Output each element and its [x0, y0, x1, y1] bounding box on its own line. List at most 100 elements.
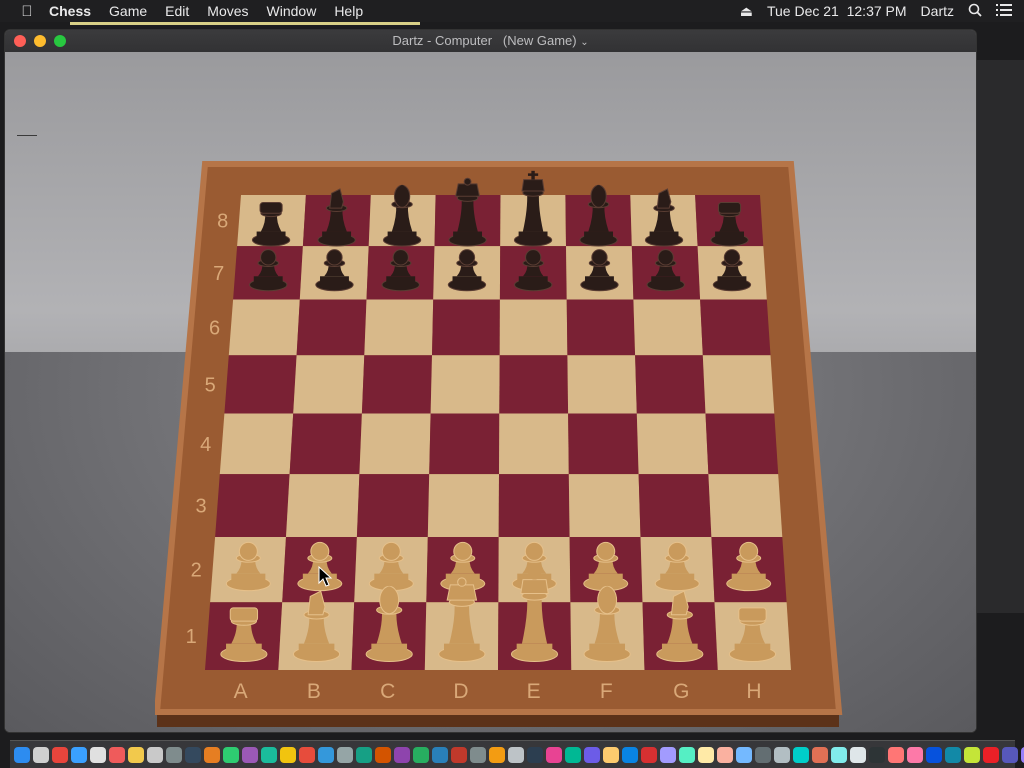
- dock-app-icon[interactable]: [318, 746, 334, 763]
- dock-app-icon[interactable]: [470, 746, 486, 763]
- board-square: [633, 299, 703, 356]
- dock-app-icon[interactable]: [204, 746, 220, 763]
- dock-app-icon[interactable]: [850, 746, 866, 763]
- dock-app-icon[interactable]: [166, 746, 182, 763]
- window-subtitle[interactable]: (New Game): [503, 33, 577, 48]
- board-square: [700, 299, 771, 356]
- dock-app-icon[interactable]: [812, 746, 828, 763]
- rank-label: 8: [217, 211, 228, 233]
- chess-window: Dartz - Computer (New Game) ⌄ 8 7 6 5 4 3 2 1 A B…: [5, 30, 976, 732]
- dock-app-icon[interactable]: [337, 746, 353, 763]
- file-label: H: [746, 680, 761, 703]
- dock-app-icon[interactable]: [375, 746, 391, 763]
- dock-app-icon[interactable]: [128, 746, 144, 763]
- minimize-button[interactable]: [34, 35, 46, 47]
- dock-app-icon[interactable]: [660, 746, 676, 763]
- dock-app-icon[interactable]: [546, 746, 562, 763]
- board-square: [289, 413, 362, 475]
- dock-app-icon[interactable]: [869, 746, 885, 763]
- dock-app-icon[interactable]: [565, 746, 581, 763]
- dock-app-icon[interactable]: [33, 746, 49, 763]
- board-square: [638, 474, 712, 537]
- window-title-text: Dartz - Computer: [392, 33, 493, 48]
- menu-game[interactable]: Game: [100, 0, 156, 22]
- dock-app-icon[interactable]: [14, 746, 30, 763]
- dock-app-icon[interactable]: [489, 746, 505, 763]
- chevron-down-icon[interactable]: ⌄: [580, 37, 588, 48]
- dock-app-icon[interactable]: [261, 746, 277, 763]
- close-button[interactable]: [14, 35, 26, 47]
- board-square: [499, 413, 569, 475]
- rank-label: 4: [200, 434, 211, 456]
- menu-edit[interactable]: Edit: [156, 0, 198, 22]
- rank-label: 2: [191, 560, 202, 582]
- file-label: C: [380, 680, 395, 703]
- board-square: [429, 413, 500, 475]
- menu-moves[interactable]: Moves: [198, 0, 257, 22]
- menu-bar:  Chess Game Edit Moves Window Help ⏏ Tu…: [0, 0, 1024, 22]
- zoom-button[interactable]: [54, 35, 66, 47]
- dock-app-icon[interactable]: [90, 746, 106, 763]
- dock-app-icon[interactable]: [223, 746, 239, 763]
- dock-app-icon[interactable]: [147, 746, 163, 763]
- board-scene: 8 7 6 5 4 3 2 1 A B C D E F G H: [5, 52, 976, 732]
- dock-app-icon[interactable]: [242, 746, 258, 763]
- dock-app-icon[interactable]: [584, 746, 600, 763]
- board-square: [228, 299, 300, 356]
- dock-app-icon[interactable]: [983, 746, 999, 763]
- board-square: [499, 355, 569, 414]
- list-icon[interactable]: [996, 3, 1012, 19]
- window-title: Dartz - Computer (New Game) ⌄: [392, 30, 588, 54]
- dock-app-icon[interactable]: [451, 746, 467, 763]
- search-icon[interactable]: [968, 3, 982, 20]
- rank-label: 1: [186, 626, 197, 648]
- board-square: [286, 474, 360, 537]
- dock-app-icon[interactable]: [888, 746, 904, 763]
- dock-app-icon[interactable]: [717, 746, 733, 763]
- dock-app-icon[interactable]: [52, 746, 68, 763]
- board-square: [636, 413, 709, 475]
- dock-app-icon[interactable]: [432, 746, 448, 763]
- board-square: [364, 299, 434, 356]
- user-menu[interactable]: Dartz: [921, 3, 954, 19]
- menu-help[interactable]: Help: [325, 0, 372, 22]
- file-label: F: [600, 680, 613, 703]
- rank-label: 3: [196, 496, 207, 518]
- board-square: [215, 474, 290, 537]
- dock-app-icon[interactable]: [945, 746, 961, 763]
- dock-app-icon[interactable]: [698, 746, 714, 763]
- chess-board[interactable]: 8 7 6 5 4 3 2 1 A B C D E F G H: [155, 137, 845, 727]
- dock-app-icon[interactable]: [926, 746, 942, 763]
- dock-app-icon[interactable]: [603, 746, 619, 763]
- clock[interactable]: Tue Dec 21 12:37 PM: [767, 3, 907, 19]
- dock-app-icon[interactable]: [831, 746, 847, 763]
- eject-icon[interactable]: ⏏: [740, 3, 753, 20]
- menu-app-chess[interactable]: Chess: [40, 0, 100, 22]
- apple-icon[interactable]: : [14, 3, 40, 20]
- menu-window[interactable]: Window: [258, 0, 326, 22]
- dock-app-icon[interactable]: [527, 746, 543, 763]
- dock-app-icon[interactable]: [280, 746, 296, 763]
- dock-app-icon[interactable]: [71, 746, 87, 763]
- dock-app-icon[interactable]: [679, 746, 695, 763]
- board-svg[interactable]: 8 7 6 5 4 3 2 1 A B C D E F G H: [155, 137, 845, 727]
- dock-app-icon[interactable]: [907, 746, 923, 763]
- dock-app-icon[interactable]: [736, 746, 752, 763]
- dock-app-icon[interactable]: [774, 746, 790, 763]
- file-label: E: [527, 680, 541, 703]
- dock-app-icon[interactable]: [394, 746, 410, 763]
- dock-app-icon[interactable]: [964, 746, 980, 763]
- dock-app-icon[interactable]: [793, 746, 809, 763]
- board-square: [567, 355, 637, 414]
- dock-app-icon[interactable]: [185, 746, 201, 763]
- dock-app-icon[interactable]: [508, 746, 524, 763]
- board-square: [361, 355, 432, 414]
- dock-app-icon[interactable]: [109, 746, 125, 763]
- dock-app-icon[interactable]: [755, 746, 771, 763]
- dock-app-icon[interactable]: [622, 746, 638, 763]
- dock-app-icon[interactable]: [1002, 746, 1018, 763]
- dock-app-icon[interactable]: [299, 746, 315, 763]
- dock-app-icon[interactable]: [641, 746, 657, 763]
- dock-app-icon[interactable]: [413, 746, 429, 763]
- dock-app-icon[interactable]: [356, 746, 372, 763]
